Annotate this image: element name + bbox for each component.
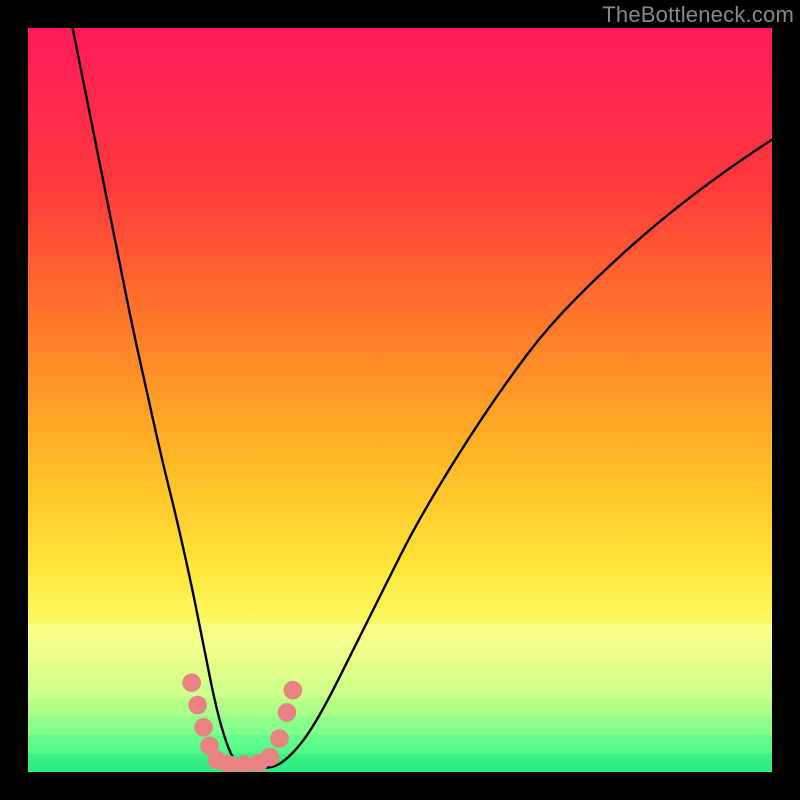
watermark-text: TheBottleneck.com [602,2,794,28]
bottom-band-group [28,623,772,772]
marker-dot [284,681,303,700]
plot-area [28,28,772,772]
marker-dot [270,729,289,748]
marker-dot [278,703,297,722]
marker-dot [182,673,201,692]
bottleneck-chart [28,28,772,772]
marker-dot [261,748,280,767]
marker-dot [194,718,213,737]
marker-dot [188,696,207,715]
chart-frame: TheBottleneck.com [0,0,800,800]
